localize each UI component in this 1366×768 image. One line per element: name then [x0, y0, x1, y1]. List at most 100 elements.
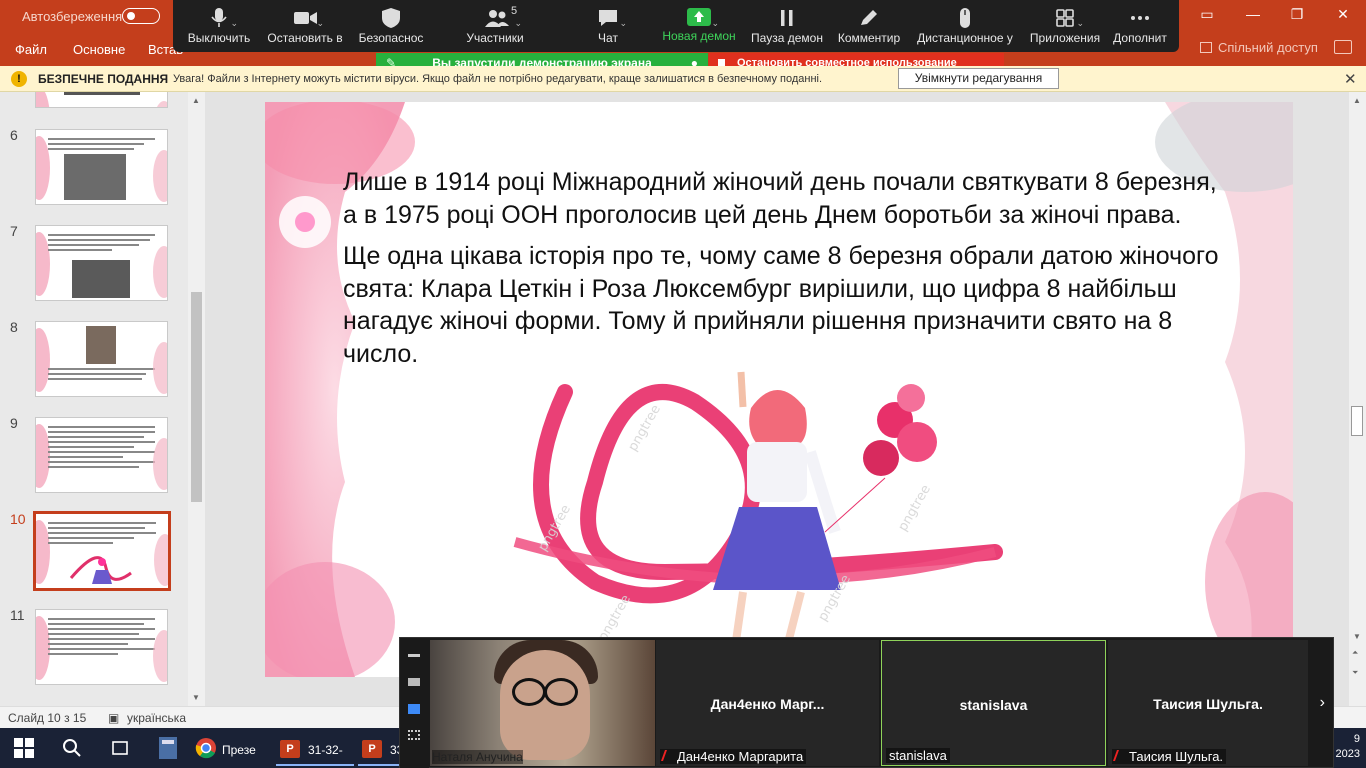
- taskbar-app-powerpoint-2[interactable]: P 33: [358, 734, 403, 766]
- scroll-up-arrow[interactable]: ▲: [192, 96, 200, 105]
- share-screen-icon: ⌄: [687, 8, 719, 28]
- scroll-down-arrow[interactable]: ▼: [192, 693, 200, 702]
- more-icon: [1129, 8, 1151, 28]
- slide-number: 8: [10, 319, 18, 335]
- slide-body-text[interactable]: Лише в 1914 році Міжнародний жіночий ден…: [343, 166, 1223, 379]
- autosave-label: Автозбереження: [22, 9, 123, 24]
- shield-icon: [380, 8, 402, 28]
- slide-thumbnail-9[interactable]: [35, 417, 168, 493]
- strip-view-icon[interactable]: [408, 704, 420, 714]
- slide-paragraph-2[interactable]: Ще одна цікава історія про те, чому саме…: [343, 240, 1223, 370]
- participant-tile-active-speaker[interactable]: stanislava stanislava: [881, 640, 1106, 766]
- ribbon-display-icon[interactable]: ▭: [1192, 6, 1222, 26]
- search-icon[interactable]: [62, 728, 82, 768]
- zoom-video-gallery: Наталя Анучина Дан4енко Марг... Дан4енко…: [399, 637, 1334, 768]
- previous-slide-icon[interactable]: ⏶: [1352, 648, 1358, 658]
- single-view-icon[interactable]: [408, 678, 420, 686]
- language-indicator[interactable]: українська: [127, 711, 186, 725]
- spellcheck-icon[interactable]: ▣: [108, 711, 119, 725]
- slide-thumbnail-8[interactable]: [35, 321, 168, 397]
- next-slide-icon[interactable]: ⏷: [1352, 668, 1358, 678]
- tab-home[interactable]: Основне: [73, 42, 125, 57]
- chat-icon: ⌄: [597, 8, 627, 28]
- participant-tile[interactable]: Дан4енко Марг... Дан4енко Маргарита: [656, 640, 879, 766]
- slide-number: 7: [10, 223, 18, 239]
- security-button[interactable]: Безопаснос: [355, 0, 427, 52]
- new-share-button[interactable]: ⌄ Новая демон: [661, 0, 737, 52]
- watermark: pngtree: [895, 482, 933, 534]
- thumb-dancer-illustration: [69, 556, 132, 584]
- participant-footer: Таисия Шульга.: [1112, 749, 1227, 764]
- scroll-up-arrow[interactable]: ▲: [1353, 96, 1361, 105]
- self-video-tile[interactable]: Наталя Анучина: [430, 640, 655, 766]
- minimize-gallery-icon[interactable]: [408, 654, 420, 657]
- more-button[interactable]: Дополнит: [1107, 0, 1173, 52]
- slide-scrollbar[interactable]: ▲ ▼ ⏶ ⏷: [1349, 92, 1366, 706]
- slide-paragraph-1[interactable]: Лише в 1914 році Міжнародний жіночий ден…: [343, 166, 1223, 231]
- minimize-icon[interactable]: —: [1238, 6, 1268, 26]
- slide-number: 6: [10, 127, 18, 143]
- grid-view-icon[interactable]: [408, 730, 420, 740]
- mute-button[interactable]: ⌄ Выключить: [183, 0, 255, 52]
- enable-editing-button[interactable]: Увімкнути редагування: [898, 68, 1059, 89]
- apps-button[interactable]: ⌄ Приложения: [1027, 0, 1103, 52]
- stop-video-button[interactable]: ⌄ Остановить в: [265, 0, 345, 52]
- protected-view-title: БЕЗПЕЧНЕ ПОДАННЯ: [38, 72, 169, 86]
- pause-share-button[interactable]: Пауза демон: [749, 0, 825, 52]
- participant-name: Таисия Шульга.: [1153, 696, 1263, 712]
- participants-button[interactable]: ⌄ Участники: [455, 0, 535, 52]
- slide-thumbnail-11[interactable]: [35, 609, 168, 685]
- protected-view-bar: ! БЕЗПЕЧНЕ ПОДАННЯ Увага! Файли з Інтерн…: [0, 66, 1366, 92]
- apps-icon: ⌄: [1054, 8, 1084, 28]
- participant-footer: stanislava: [886, 748, 950, 763]
- close-window-icon[interactable]: ✕: [1328, 6, 1358, 26]
- annotate-button[interactable]: Комментир: [833, 0, 905, 52]
- autosave-toggle[interactable]: [122, 8, 160, 24]
- muted-mic-icon: [1112, 750, 1128, 761]
- scroll-down-arrow[interactable]: ▼: [1353, 632, 1361, 641]
- slide-thumbnail-7[interactable]: [35, 225, 168, 301]
- participants-icon: ⌄: [484, 8, 522, 28]
- zoom-meeting-toolbar: ⌄ Выключить ⌄ Остановить в Безопаснос ⌄ …: [173, 0, 1179, 52]
- slide-number: 9: [10, 415, 18, 431]
- pause-icon: [776, 8, 798, 28]
- slide-number-selected: 10: [10, 511, 26, 527]
- participant-tile[interactable]: Таисия Шульга. Таисия Шульга.: [1108, 640, 1308, 766]
- task-view-icon[interactable]: [110, 728, 130, 768]
- mouse-icon: [954, 8, 976, 28]
- taskbar-app-chrome[interactable]: Презе: [190, 734, 270, 766]
- chat-button[interactable]: ⌄ Чат: [573, 0, 643, 52]
- remote-control-button[interactable]: Дистанционное у: [913, 0, 1017, 52]
- slide-number: 11: [10, 607, 25, 623]
- slide-thumbnail-10[interactable]: [33, 511, 171, 591]
- warning-shield-icon: !: [11, 71, 27, 87]
- clock[interactable]: 9 2023: [1336, 732, 1360, 762]
- participants-count: 5: [511, 5, 518, 17]
- comments-icon[interactable]: [1334, 40, 1352, 54]
- muted-mic-icon: [660, 750, 676, 761]
- slide-counter: Слайд 10 з 15: [8, 711, 87, 725]
- next-page-chevron-icon[interactable]: ›: [1320, 694, 1325, 712]
- current-slide[interactable]: pngtree pngtree pngtree pngtree pngtree …: [265, 102, 1293, 677]
- calculator-icon[interactable]: [158, 728, 178, 768]
- share-icon: [1200, 42, 1212, 53]
- scrollbar-thumb[interactable]: [1351, 406, 1363, 436]
- participant-name: stanislava: [959, 697, 1028, 713]
- participant-avatar: [500, 650, 590, 760]
- video-camera-icon: ⌄: [294, 8, 324, 28]
- microphone-icon: ⌄: [208, 8, 238, 28]
- tab-file[interactable]: Файл: [15, 42, 47, 57]
- powerpoint-icon: P: [280, 740, 300, 758]
- share-button[interactable]: Спільний доступ: [1200, 40, 1318, 55]
- scrollbar-thumb[interactable]: [191, 292, 202, 502]
- slide-thumbnail-5[interactable]: [35, 92, 168, 108]
- slide-thumbnail-6[interactable]: [35, 129, 168, 205]
- protected-view-message: Увага! Файли з Інтернету можуть містити …: [173, 73, 823, 85]
- thumbnails-scrollbar[interactable]: ▲ ▼: [188, 92, 205, 706]
- windows-start-icon[interactable]: [14, 728, 34, 768]
- taskbar-app-powerpoint-1[interactable]: P 31-32-: [276, 734, 354, 766]
- slide-thumbnails-pane: 6 7 8 9 10 11: [0, 92, 205, 706]
- close-bar-icon[interactable]: ✕: [1344, 70, 1357, 88]
- gallery-view-controls: [400, 638, 429, 768]
- restore-icon[interactable]: ❐: [1282, 6, 1312, 26]
